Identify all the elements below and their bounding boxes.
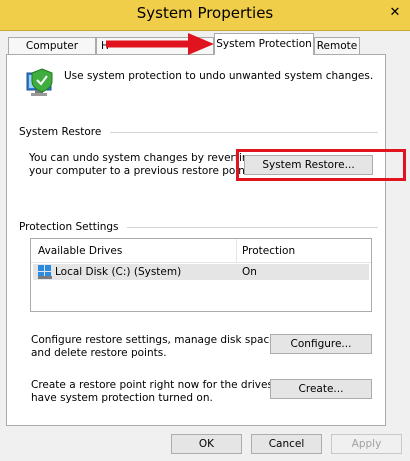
group-divider [127, 227, 378, 228]
system-restore-button[interactable]: System Restore... [244, 155, 373, 175]
configure-description-line1: Configure restore settings, manage disk … [31, 334, 280, 346]
create-button[interactable]: Create... [270, 379, 372, 399]
drive-protection-status: On [242, 266, 257, 278]
tab-system-protection[interactable]: System Protection [214, 33, 314, 55]
table-row[interactable]: Local Disk (C:) (System) On [33, 264, 369, 280]
drive-icon [38, 265, 52, 279]
intro-text: Use system protection to undo unwanted s… [64, 70, 374, 82]
column-available-drives[interactable]: Available Drives [38, 245, 122, 257]
drives-list[interactable]: Available Drives Protection Local Disk (… [30, 238, 372, 312]
close-icon[interactable]: ✕ [380, 0, 410, 24]
tab-computer-name[interactable]: Computer Name [8, 37, 96, 69]
group-divider [110, 132, 378, 133]
configure-description-line2: and delete restore points. [31, 347, 167, 359]
system-protection-icon [26, 68, 53, 96]
create-description-line2: have system protection turned on. [31, 392, 213, 404]
column-protection[interactable]: Protection [242, 245, 295, 257]
ok-button[interactable]: OK [171, 434, 242, 454]
create-description-line1: Create a restore point right now for the… [31, 379, 298, 391]
tab-hardware[interactable]: H [96, 37, 214, 54]
tab-remote[interactable]: Remote [314, 37, 360, 54]
system-restore-group-label: System Restore [19, 126, 102, 138]
cancel-button[interactable]: Cancel [251, 434, 322, 454]
apply-button[interactable]: Apply [331, 434, 402, 454]
column-separator [236, 239, 237, 262]
system-restore-description-line2: your computer to a previous restore poin… [29, 165, 253, 177]
title-bar: System Properties ✕ [0, 0, 410, 31]
system-restore-description-line1: You can undo system changes by reverting [29, 152, 256, 164]
drive-name: Local Disk (C:) (System) [55, 266, 182, 278]
list-header: Available Drives Protection [31, 239, 371, 263]
window-title: System Properties [136, 4, 274, 22]
protection-settings-group-label: Protection Settings [19, 221, 119, 233]
configure-button[interactable]: Configure... [270, 334, 372, 354]
